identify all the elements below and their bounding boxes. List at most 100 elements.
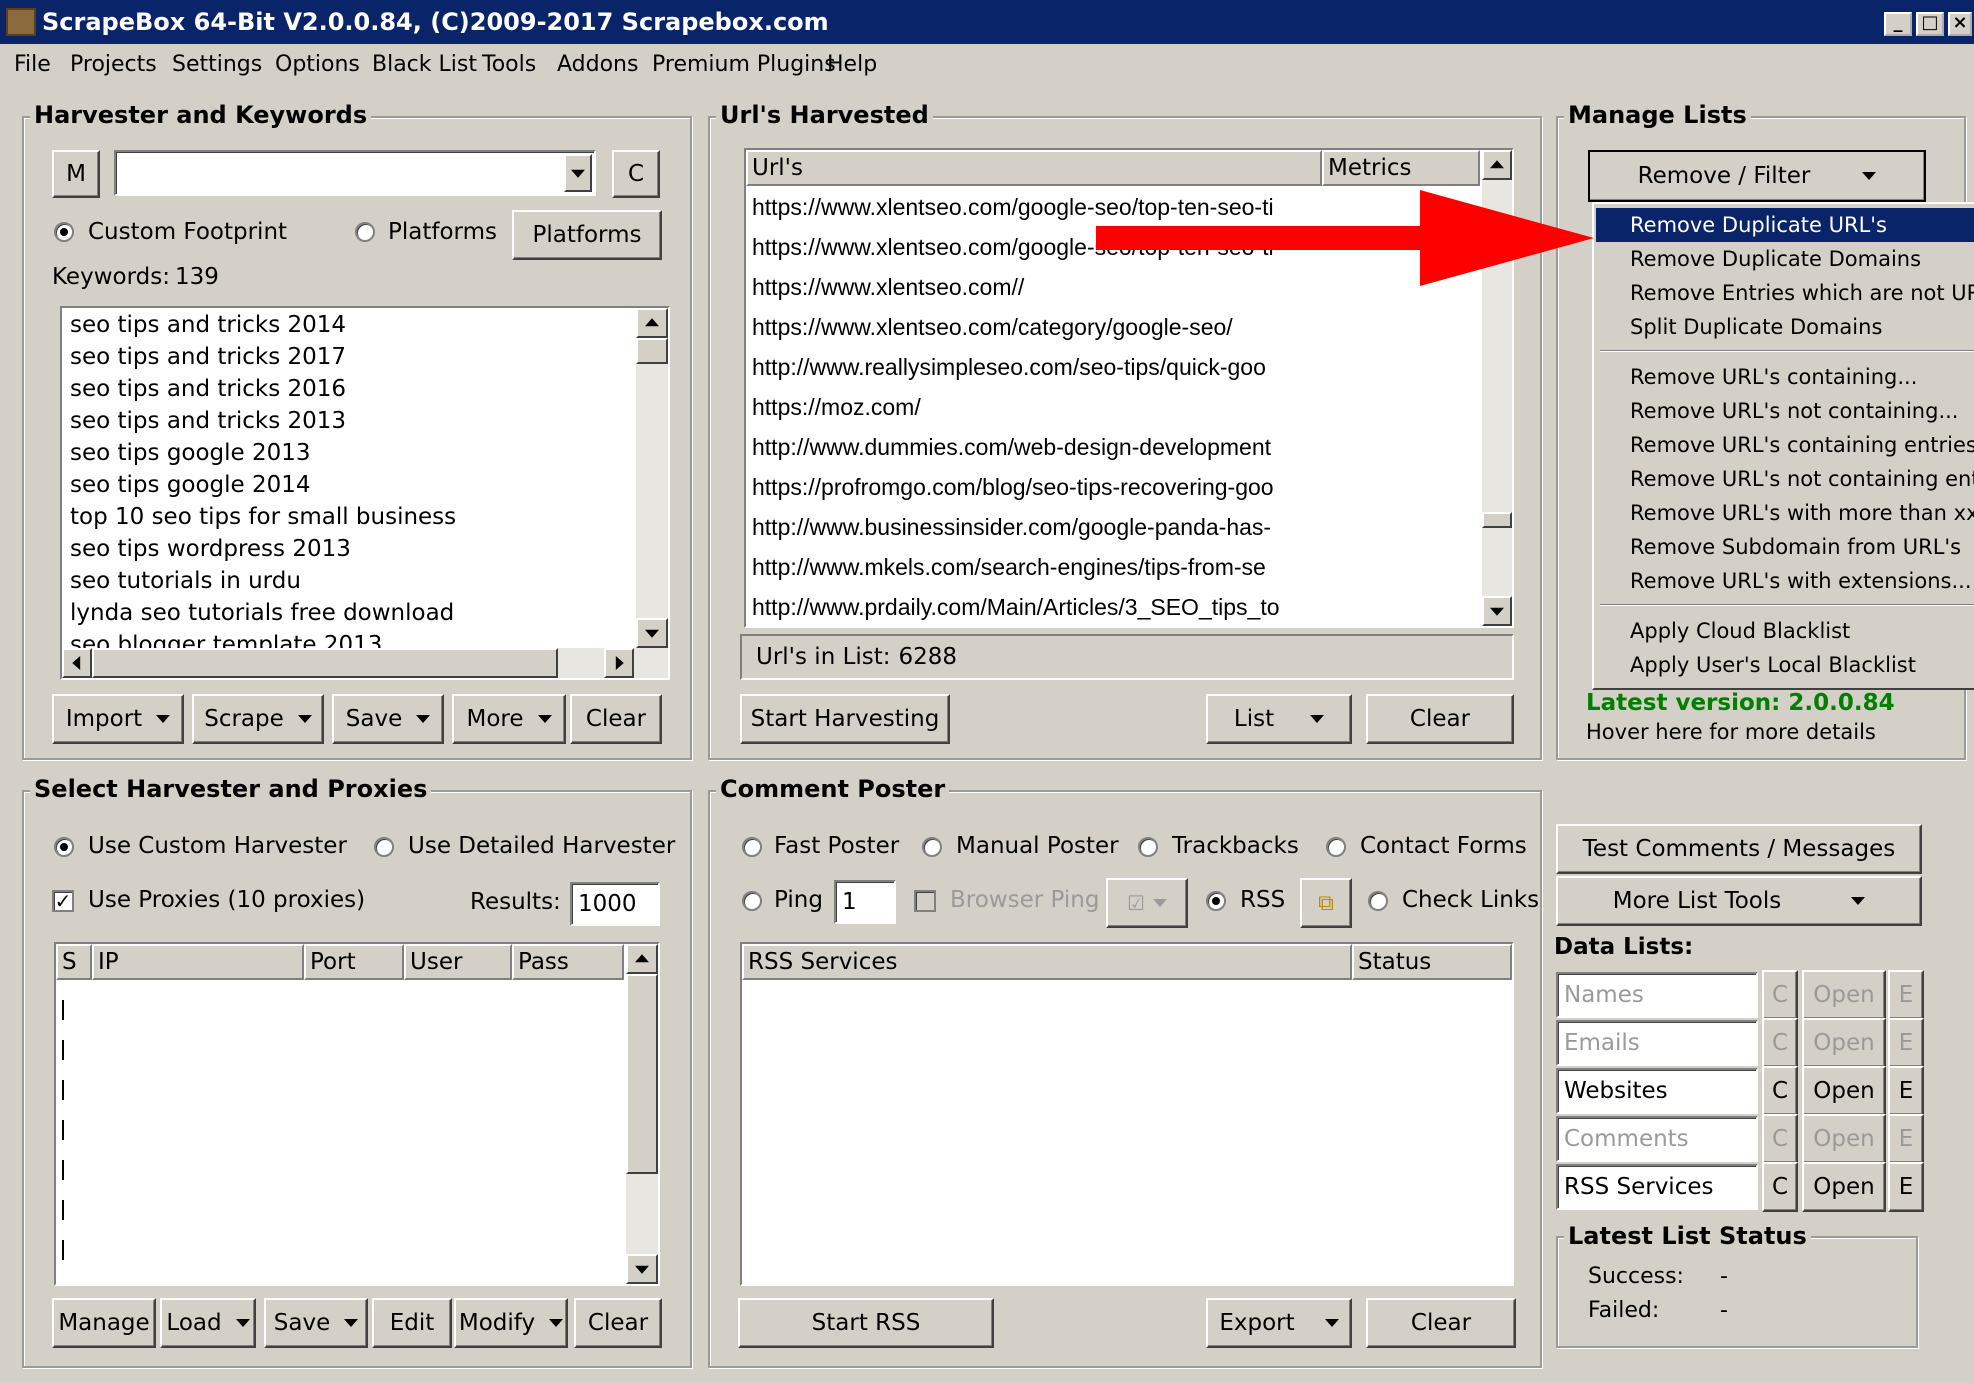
menu-remove-urls-not-containing[interactable]: Remove URL's not containing...	[1596, 394, 1974, 428]
comments-e-button[interactable]: E	[1888, 1114, 1924, 1164]
footprint-combo[interactable]	[114, 150, 596, 196]
keyword-item[interactable]: seo tips google 2013	[70, 440, 311, 466]
menu-help[interactable]: Help	[827, 52, 877, 77]
menu-remove-non-urls[interactable]: Remove Entries which are not URL's	[1596, 276, 1974, 310]
websites-list-field[interactable]: Websites	[1556, 1068, 1758, 1114]
rss-services-open-button[interactable]: Open	[1802, 1162, 1886, 1212]
scroll-up-button[interactable]	[636, 308, 668, 338]
scroll-right-button[interactable]	[604, 648, 634, 678]
rss-services-c-button[interactable]: C	[1762, 1162, 1798, 1212]
col-header-port[interactable]: Port	[304, 944, 404, 980]
rss-services-table[interactable]: RSS Services Status	[740, 942, 1514, 1286]
names-e-button[interactable]: E	[1888, 970, 1924, 1020]
results-input[interactable]: 1000	[570, 882, 660, 926]
menu-apply-local-blacklist[interactable]: Apply User's Local Blacklist	[1596, 648, 1974, 682]
rss-radio[interactable]	[1206, 891, 1226, 911]
menu-remove-subdomain[interactable]: Remove Subdomain from URL's	[1596, 530, 1974, 564]
minimize-button[interactable]: _	[1884, 12, 1912, 36]
scroll-thumb[interactable]	[636, 338, 668, 364]
url-row[interactable]: http://www.dummies.com/web-design-develo…	[752, 434, 1271, 461]
col-header-ip[interactable]: IP	[92, 944, 304, 980]
maximize-button[interactable]: □	[1916, 12, 1944, 36]
col-header-status[interactable]: Status	[1352, 944, 1512, 980]
scroll-down-button[interactable]	[1482, 596, 1512, 626]
col-header-metrics[interactable]: Metrics	[1322, 150, 1480, 186]
keyword-item[interactable]: seo tutorials in urdu	[70, 568, 301, 594]
keywords-vscroll[interactable]	[636, 308, 668, 648]
save-proxies-button[interactable]: Save	[264, 1298, 368, 1348]
col-header-urls[interactable]: Url's	[746, 150, 1322, 186]
c-button[interactable]: C	[612, 150, 660, 198]
url-row[interactable]: http://www.mkels.com/search-engines/tips…	[752, 554, 1266, 581]
menu-addons[interactable]: Addons	[557, 52, 638, 77]
menu-apply-cloud-blacklist[interactable]: Apply Cloud Blacklist	[1596, 614, 1974, 648]
hover-details[interactable]: Hover here for more details	[1586, 720, 1876, 744]
more-button[interactable]: More	[452, 694, 566, 744]
url-row[interactable]: https://www.xlentseo.com//	[752, 274, 1024, 301]
use-proxies-checkbox[interactable]: ✓	[52, 890, 74, 912]
platforms-radio[interactable]	[355, 222, 375, 242]
load-proxies-button[interactable]: Load	[160, 1298, 256, 1348]
comments-list-field[interactable]: Comments	[1556, 1116, 1758, 1162]
ping-radio[interactable]	[742, 891, 762, 911]
scroll-thumb[interactable]	[1482, 512, 1512, 528]
ping-count-input[interactable]: 1	[834, 880, 896, 924]
fast-poster-radio[interactable]	[742, 837, 762, 857]
keywords-list[interactable]: seo tips and tricks 2014 seo tips and tr…	[60, 306, 670, 680]
start-rss-button[interactable]: Start RSS	[738, 1298, 994, 1348]
keyword-item[interactable]: seo tips wordpress 2013	[70, 536, 351, 562]
import-button[interactable]: Import	[52, 694, 184, 744]
scroll-down-button[interactable]	[636, 618, 668, 648]
scroll-down-button[interactable]	[626, 1254, 658, 1284]
menu-split-duplicate-domains[interactable]: Split Duplicate Domains	[1596, 310, 1974, 344]
menu-options[interactable]: Options	[275, 52, 360, 77]
test-comments-button[interactable]: Test Comments / Messages	[1556, 824, 1922, 874]
menu-settings[interactable]: Settings	[172, 52, 262, 77]
url-row[interactable]: http://www.reallysimpleseo.com/seo-tips/…	[752, 354, 1266, 381]
m-button[interactable]: M	[52, 150, 100, 198]
url-row[interactable]: https://moz.com/	[752, 394, 921, 421]
proxies-table[interactable]: S IP Port User Pass	[54, 942, 660, 1286]
scroll-left-button[interactable]	[62, 648, 92, 678]
rss-services-e-button[interactable]: E	[1888, 1162, 1924, 1212]
websites-e-button[interactable]: E	[1888, 1066, 1924, 1116]
keyword-item[interactable]: lynda seo tutorials free download	[70, 600, 454, 626]
scroll-up-button[interactable]	[626, 944, 658, 974]
manual-poster-radio[interactable]	[922, 837, 942, 857]
menu-tools[interactable]: Tools	[482, 52, 536, 77]
trackbacks-radio[interactable]	[1138, 837, 1158, 857]
proxies-vscroll[interactable]	[626, 944, 658, 1284]
menu-remove-duplicate-urls[interactable]: Remove Duplicate URL's	[1596, 208, 1974, 242]
emails-e-button[interactable]: E	[1888, 1018, 1924, 1068]
footprint-dropdown-button[interactable]	[564, 154, 592, 192]
scrape-button[interactable]: Scrape	[192, 694, 324, 744]
clear-proxies-button[interactable]: Clear	[574, 1298, 662, 1348]
detailed-harvester-radio[interactable]	[374, 837, 394, 857]
remove-filter-button[interactable]: Remove / Filter	[1588, 150, 1926, 202]
edit-proxies-button[interactable]: Edit	[372, 1298, 452, 1348]
modify-proxies-button[interactable]: Modify	[454, 1298, 568, 1348]
close-button[interactable]: ×	[1948, 12, 1972, 36]
list-button[interactable]: List	[1206, 694, 1352, 744]
clear-urls-button[interactable]: Clear	[1366, 694, 1514, 744]
names-open-button[interactable]: Open	[1802, 970, 1886, 1020]
names-list-field[interactable]: Names	[1556, 972, 1758, 1018]
clear-rss-button[interactable]: Clear	[1366, 1298, 1516, 1348]
export-button[interactable]: Export	[1206, 1298, 1352, 1348]
keyword-item[interactable]: seo tips and tricks 2017	[70, 344, 346, 370]
menu-blacklist[interactable]: Black List	[372, 52, 477, 77]
save-keywords-button[interactable]: Save	[332, 694, 444, 744]
menu-premium-plugins[interactable]: Premium Plugins	[652, 52, 836, 77]
keyword-item[interactable]: seo tips google 2014	[70, 472, 311, 498]
browser-ping-options-button[interactable]: ☑	[1106, 878, 1188, 928]
manage-proxies-button[interactable]: Manage	[52, 1298, 156, 1348]
start-harvesting-button[interactable]: Start Harvesting	[740, 694, 950, 744]
check-links-radio[interactable]	[1368, 891, 1388, 911]
keywords-hscroll[interactable]	[62, 648, 668, 678]
url-row[interactable]: https://profromgo.com/blog/seo-tips-reco…	[752, 474, 1274, 501]
menu-remove-containing-entries[interactable]: Remove URL's containing entries fro	[1596, 428, 1974, 462]
menu-projects[interactable]: Projects	[70, 52, 157, 77]
col-header-user[interactable]: User	[404, 944, 512, 980]
scroll-thumb[interactable]	[626, 974, 658, 1174]
menu-remove-extensions[interactable]: Remove URL's with extensions...	[1596, 564, 1974, 598]
